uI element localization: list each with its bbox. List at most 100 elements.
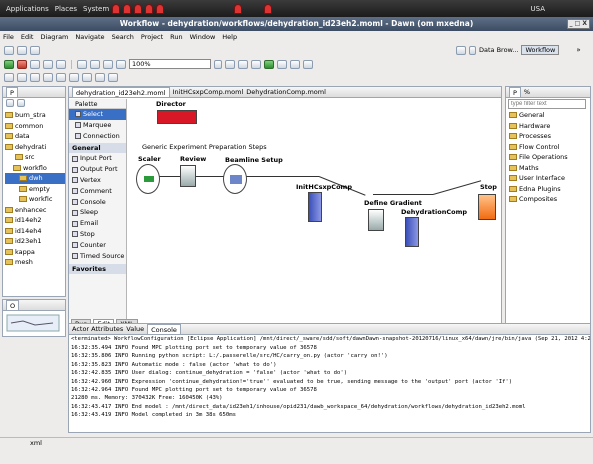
library-item[interactable]: Composites xyxy=(509,194,590,205)
unlink-icon[interactable] xyxy=(290,59,300,69)
menu-item-project[interactable]: Project xyxy=(141,33,163,41)
actor-scaler[interactable] xyxy=(136,164,160,194)
more-perspectives-icon[interactable]: » xyxy=(576,46,580,54)
tree-item[interactable]: id14eh2 xyxy=(5,215,65,226)
palette-item[interactable]: Output Port xyxy=(72,164,126,175)
editor-tab[interactable]: InitHCsxpComp.moml xyxy=(173,88,244,96)
tree-item[interactable]: kappa xyxy=(5,247,65,258)
nav-icon[interactable] xyxy=(17,72,27,82)
tree-item[interactable]: mesh xyxy=(5,257,65,268)
tree-item[interactable]: id14eh4 xyxy=(5,226,65,237)
palette-item[interactable]: Console xyxy=(72,197,126,208)
palette-item[interactable]: Stop xyxy=(72,229,126,240)
tree-item[interactable]: id23eh1 xyxy=(5,236,65,247)
library-item[interactable]: User Interface xyxy=(509,173,590,184)
menu-item-window[interactable]: Window xyxy=(190,33,216,41)
palette-item[interactable]: Timed Source xyxy=(72,251,126,262)
outline-thumbnail[interactable] xyxy=(3,311,63,335)
palette-item[interactable]: Sleep xyxy=(72,207,126,218)
workflow-canvas[interactable]: Director Generic Experiment Preparation … xyxy=(128,99,501,319)
search-icon[interactable] xyxy=(43,72,53,82)
system-menu[interactable]: System xyxy=(83,5,109,13)
launcher-icon[interactable] xyxy=(134,3,143,14)
zoom-combo[interactable]: 100% xyxy=(129,59,211,69)
stop-icon[interactable] xyxy=(17,59,27,69)
editor-tab[interactable]: DehydrationComp.moml xyxy=(246,88,326,96)
zoom-in-icon[interactable] xyxy=(103,59,113,69)
palette-general-drawer[interactable]: General xyxy=(69,143,126,154)
library-tab[interactable]: P xyxy=(509,87,521,97)
forward-icon[interactable] xyxy=(82,72,92,82)
tree-item[interactable]: common xyxy=(5,121,65,132)
project-explorer-tab[interactable]: P xyxy=(6,87,18,97)
console-tab[interactable]: Value xyxy=(126,325,144,333)
launcher-icon[interactable] xyxy=(264,3,273,14)
palette-favorites-drawer[interactable]: Favorites xyxy=(69,264,126,275)
library-item[interactable]: Hardware xyxy=(509,121,590,132)
tree-item[interactable]: workfic xyxy=(5,194,65,205)
nav-icon[interactable] xyxy=(108,72,118,82)
tree-item[interactable]: burn_stra xyxy=(5,110,65,121)
tree-item[interactable]: empty xyxy=(5,184,65,195)
tree-item[interactable]: src xyxy=(5,152,65,163)
layout-icon[interactable] xyxy=(238,59,248,69)
zoom-fit-icon[interactable] xyxy=(251,59,261,69)
debug-icon[interactable] xyxy=(30,59,40,69)
outline-tab[interactable]: O xyxy=(6,300,20,310)
actor-stop[interactable] xyxy=(478,194,496,220)
pin-icon[interactable] xyxy=(56,72,66,82)
print-icon[interactable] xyxy=(30,45,40,55)
menu-item-search[interactable]: Search xyxy=(112,33,134,41)
tree-item[interactable]: dehydrati xyxy=(5,142,65,153)
align-left-icon[interactable] xyxy=(77,59,87,69)
actor-review[interactable] xyxy=(180,165,196,187)
editor-tab[interactable]: dehydration_id23eh2.moml xyxy=(72,87,170,97)
zoom-dropdown-icon[interactable] xyxy=(214,59,222,69)
nav-icon[interactable] xyxy=(95,72,105,82)
nav-icon[interactable] xyxy=(30,72,40,82)
applications-menu[interactable]: Applications xyxy=(6,5,49,13)
palette-tool[interactable]: Select xyxy=(69,109,126,120)
director-block[interactable] xyxy=(157,110,197,124)
resume-icon[interactable] xyxy=(56,59,66,69)
menu-item-run[interactable]: Run xyxy=(170,33,182,41)
step-icon[interactable] xyxy=(43,59,53,69)
menu-item-help[interactable]: Help xyxy=(222,33,237,41)
link-editor-icon[interactable] xyxy=(17,99,25,107)
data-browser-icon[interactable] xyxy=(469,45,476,55)
palette-item[interactable]: Counter xyxy=(72,240,126,251)
history-icon[interactable] xyxy=(303,59,313,69)
link-icon[interactable] xyxy=(277,59,287,69)
palette-item[interactable]: Input Port xyxy=(72,153,126,164)
tree-item[interactable]: workflo xyxy=(5,163,65,174)
actor-dehydrationcomp[interactable] xyxy=(405,217,419,247)
actor-define-gradient[interactable] xyxy=(368,209,384,231)
launcher-icon[interactable] xyxy=(156,3,165,14)
zoom-out-icon[interactable] xyxy=(116,59,126,69)
menu-item-diagram[interactable]: Diagram xyxy=(40,33,68,41)
back-icon[interactable] xyxy=(69,72,79,82)
palette-item[interactable]: Comment xyxy=(72,186,126,197)
library-item[interactable]: Maths xyxy=(509,163,590,174)
new-icon[interactable] xyxy=(4,45,14,55)
library-item[interactable]: File Operations xyxy=(509,152,590,163)
align-center-icon[interactable] xyxy=(90,59,100,69)
workflow-perspective[interactable]: Workflow xyxy=(521,45,560,55)
launcher-icon[interactable] xyxy=(112,3,121,14)
collapse-all-icon[interactable] xyxy=(6,99,14,107)
save-icon[interactable] xyxy=(17,45,27,55)
palette-tool[interactable]: Connection xyxy=(69,131,126,142)
launcher-icon[interactable] xyxy=(123,3,132,14)
library-item[interactable]: General xyxy=(509,110,590,121)
library-item[interactable]: Edna Plugins xyxy=(509,184,590,195)
open-perspective-icon[interactable] xyxy=(456,45,466,55)
nav-icon[interactable] xyxy=(4,72,14,82)
palette-item[interactable]: Email xyxy=(72,218,126,229)
menu-item-file[interactable]: File xyxy=(3,33,14,41)
palette-tool[interactable]: Marquee xyxy=(69,120,126,131)
places-menu[interactable]: Places xyxy=(55,5,77,13)
window-controls[interactable]: _ □ X xyxy=(566,19,590,29)
actor-inithcsxpcomp[interactable] xyxy=(308,192,322,222)
library-item[interactable]: Processes xyxy=(509,131,590,142)
tree-item[interactable]: enhancec xyxy=(5,205,65,216)
